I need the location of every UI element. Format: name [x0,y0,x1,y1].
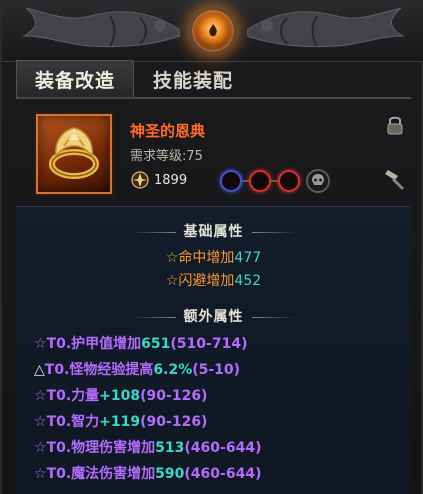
gem-socket-red[interactable] [278,170,300,192]
attribute-label: 闪避增加 [178,273,235,289]
extra-attribute-line: ☆T0.物理伤害增加513(460-644) [34,437,261,457]
gem-socket-red[interactable] [249,170,271,192]
attributes-panel: 基础属性 ☆命中增加477 ☆闪避增加452 额外属性 ☆T0.护甲值增加651… [16,206,411,494]
lock-icon[interactable] [386,114,404,136]
title-ornament [131,231,176,233]
attribute-value: 513 [155,440,185,456]
item-name: 神圣的恩典 [130,122,206,140]
attribute-label: T0.护甲值增加 [46,336,142,352]
attribute-range: (510-714) [170,336,248,352]
attribute-range: (90-126) [140,388,208,404]
ring-icon [49,127,99,179]
attribute-value: +119 [99,414,141,430]
attribute-range: (5-10) [192,362,241,378]
attribute-label: T0.魔法伤害增加 [46,466,156,482]
attribute-value: 651 [141,336,171,352]
hammer-icon[interactable] [382,168,406,190]
base-attributes-title: 基础属性 [16,221,411,241]
top-ornament [2,0,423,62]
tab-divider [16,97,411,99]
attribute-value: 452 [234,273,262,289]
skull-glyph-icon [312,174,324,185]
star-icon: ☆ [165,250,179,266]
attribute-value: +108 [99,388,141,404]
gargoyle-ornament-icon [247,7,405,48]
star-icon: ☆ [165,273,179,289]
attribute-label: T0.力量 [46,388,100,404]
skull-icon[interactable] [306,169,330,193]
extra-attributes-title: 额外属性 [16,306,411,326]
item-stats-row: 1899 [126,168,330,194]
title-ornament [251,316,296,318]
title-ornament [131,316,176,318]
attribute-range: (460-644) [184,466,262,482]
attribute-range: (90-126) [140,414,208,430]
attribute-label: 命中增加 [178,250,235,266]
attribute-value: 6.2% [153,362,193,378]
star-icon: ☆ [34,440,47,456]
attribute-label: T0.物理伤害增加 [46,440,156,456]
extra-attribute-line: ☆T0.魔法伤害增加590(460-644) [34,463,261,483]
attribute-range: (460-644) [184,440,262,456]
extra-attribute-line: ☆T0.护甲值增加651(510-714) [34,333,247,353]
power-icon [131,171,149,189]
extra-attribute-line: ☆T0.智力+119(90-126) [34,411,207,431]
flame-icon [209,24,217,37]
tab-equipment-modify[interactable]: 装备改造 [16,60,134,98]
gem-socket-blue[interactable] [220,170,242,192]
attribute-label: T0.怪物经验提高 [44,362,154,378]
triangle-icon: △ [34,362,45,378]
extra-attribute-line: ☆T0.力量+108(90-126) [34,385,207,405]
star-icon: ☆ [34,336,47,352]
base-attribute-line: ☆闪避增加452 [16,270,411,290]
star-icon: ☆ [34,414,47,430]
extra-attribute-line: △T0.怪物经验提高6.2%(5-10) [34,359,240,379]
item-slot[interactable] [36,114,112,194]
star-icon: ☆ [34,388,47,404]
attribute-value: 477 [234,250,262,266]
extra-attributes-title-text: 额外属性 [183,309,244,325]
attribute-label: T0.智力 [46,414,100,430]
item-level-requirement: 需求等级:75 [130,149,203,164]
power-value: 1899 [154,173,188,188]
star-icon: ☆ [34,466,47,482]
item-header: 神圣的恩典 需求等级:75 1899 [16,102,411,202]
tab-bar: 装备改造 技能装配 [16,60,252,98]
title-ornament [251,231,296,233]
base-attributes-title-text: 基础属性 [183,224,244,240]
base-attribute-line: ☆命中增加477 [16,247,411,267]
equipment-window: 装备改造 技能装配 神圣的恩典 需求等级:75 1899 基础属性 ☆命中增加4… [0,0,423,494]
gargoyle-ornament-icon [22,7,180,48]
attribute-value: 590 [155,466,185,482]
tab-skill-assembly[interactable]: 技能装配 [134,60,252,98]
